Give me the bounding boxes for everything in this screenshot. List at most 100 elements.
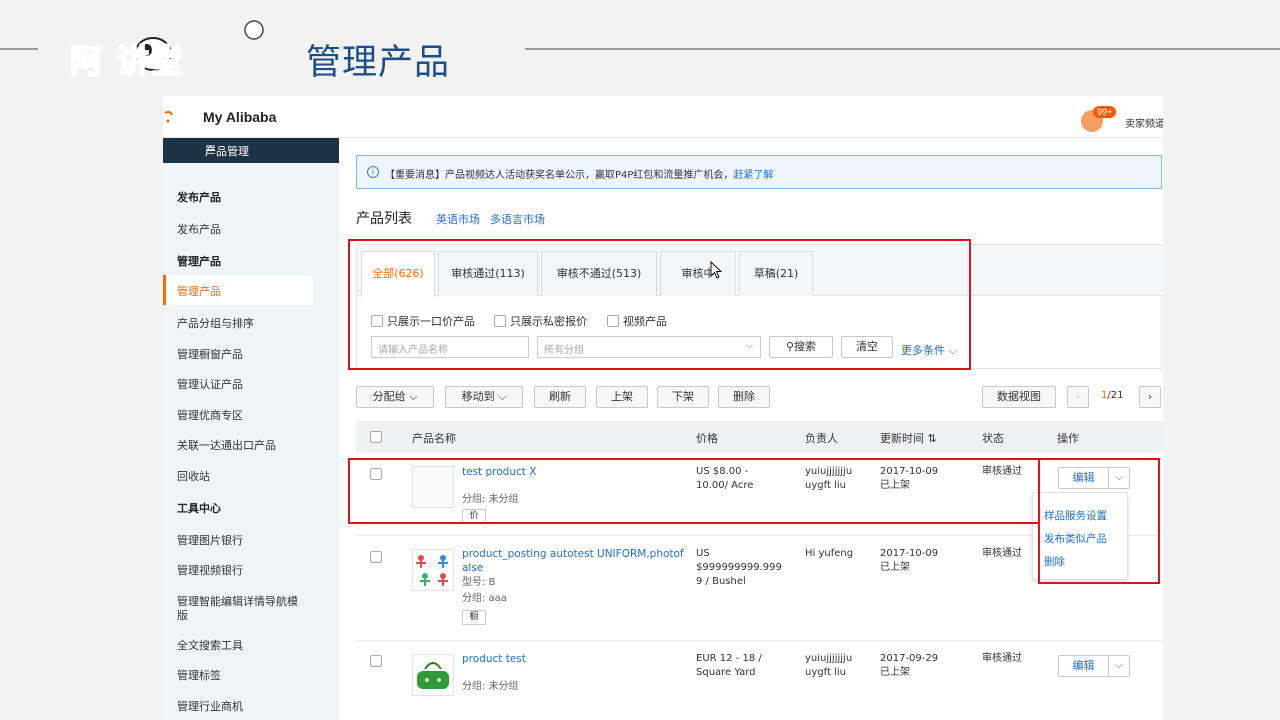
chevron-left-icon: ‹ bbox=[1075, 390, 1081, 403]
sidebar-header[interactable]: ☰ 产品管理 bbox=[163, 138, 339, 163]
sidebar-item-label: 管理产品 bbox=[177, 285, 221, 298]
row-checkbox[interactable] bbox=[370, 655, 382, 667]
alibaba-logo-icon bbox=[164, 110, 173, 123]
sidebar-item-groups[interactable]: 产品分组与排序 bbox=[177, 315, 254, 331]
product-name-link[interactable]: product test bbox=[462, 652, 526, 666]
sidebar-item-fulltext[interactable]: 全文搜索工具 bbox=[177, 637, 243, 653]
page-indicator: 1/21 bbox=[1101, 390, 1123, 401]
product-group: 分组: aaa bbox=[462, 593, 507, 604]
data-view-button[interactable]: 数据视图 bbox=[982, 386, 1056, 408]
sidebar-item-manage-products[interactable]: 管理产品 bbox=[163, 275, 313, 305]
notice-text: 【重要消息】产品视频达人活动获奖名单公示，赢取P4P红包和流量推广机会， bbox=[385, 170, 734, 181]
col-status: 状态 bbox=[982, 432, 1004, 445]
table-header: 产品名称 价格 负责人 更新时间 ⇅ 状态 操作 bbox=[356, 421, 1163, 453]
multilang-market-link[interactable]: 多语言市场 bbox=[490, 211, 545, 227]
showcase-tag: 橱 bbox=[462, 610, 486, 625]
info-icon: i bbox=[367, 166, 379, 178]
col-owner: 负责人 bbox=[805, 432, 838, 445]
review-status: 审核通过 bbox=[982, 653, 1022, 664]
product-name-link-cont[interactable]: alse bbox=[462, 561, 483, 575]
sidebar: ☰ 产品管理 发布产品 发布产品 管理产品 管理产品 产品分组与排序 管理橱窗产… bbox=[163, 138, 339, 720]
highlight-edit-menu bbox=[1038, 458, 1160, 584]
online-button[interactable]: 上架 bbox=[596, 386, 648, 408]
col-name: 产品名称 bbox=[412, 432, 456, 445]
sidebar-item-tags[interactable]: 管理标签 bbox=[177, 667, 221, 683]
page-total: /21 bbox=[1107, 390, 1124, 401]
refresh-button[interactable]: 刷新 bbox=[534, 386, 586, 408]
next-page-button[interactable]: › bbox=[1139, 386, 1161, 408]
col-ops: 操作 bbox=[1057, 432, 1079, 445]
review-status: 审核通过 bbox=[982, 548, 1022, 559]
sidebar-item-publish[interactable]: 发布产品 bbox=[177, 221, 221, 237]
offline-button[interactable]: 下架 bbox=[657, 386, 709, 408]
header-rule-right bbox=[525, 48, 1280, 50]
delete-button[interactable]: 删除 bbox=[718, 386, 770, 408]
sort-icon: ⇅ bbox=[927, 432, 937, 445]
move-button[interactable]: 移动到 ⌵ bbox=[445, 386, 523, 408]
owner-line: Hi yufeng bbox=[805, 548, 854, 559]
my-alibaba-window: My Alibaba 99+ 卖家频道 ☰ 产品管理 发布产品 发布产品 管理产… bbox=[163, 96, 1163, 720]
course-logo: 阿 讲堂 bbox=[68, 18, 268, 88]
chevron-down-icon: ⌵ bbox=[409, 390, 418, 403]
seller-channel-link[interactable]: 卖家频道 bbox=[1125, 115, 1163, 130]
chevron-down-icon: ⌵ bbox=[498, 390, 507, 403]
highlight-filter-area bbox=[348, 239, 971, 370]
chevron-down-icon[interactable]: ⌵ bbox=[1109, 656, 1129, 676]
highlight-product-row bbox=[348, 458, 1040, 524]
product-list-title: 产品列表 bbox=[356, 211, 412, 227]
english-market-link[interactable]: 英语市场 bbox=[436, 211, 480, 227]
header-rule-left bbox=[0, 48, 38, 50]
col-updated[interactable]: 更新时间 ⇅ bbox=[880, 430, 937, 446]
sidebar-group-publish: 发布产品 bbox=[177, 191, 221, 204]
sidebar-group-manage: 管理产品 bbox=[177, 255, 221, 268]
move-label: 移动到 bbox=[461, 390, 495, 403]
price-line: 9 / Bushel bbox=[696, 576, 746, 587]
select-all-checkbox[interactable] bbox=[370, 431, 382, 443]
assign-button[interactable]: 分配给 ⌵ bbox=[356, 386, 434, 408]
table-row: product test 分组: 未分组 EUR 12 - 18 / Squar… bbox=[356, 642, 1163, 720]
sidebar-item-onetouch[interactable]: 关联一达通出口产品 bbox=[177, 437, 276, 453]
edit-button[interactable]: 编辑 bbox=[1059, 656, 1109, 676]
notice-link[interactable]: 赶紧了解 bbox=[733, 170, 773, 181]
price-line: Square Yard bbox=[696, 667, 756, 678]
price-line: US bbox=[696, 548, 710, 559]
product-name-link[interactable]: product_posting autotest UNIFORM,photof bbox=[462, 547, 684, 561]
product-model: 型号: B bbox=[462, 577, 496, 588]
assign-label: 分配给 bbox=[372, 390, 406, 403]
price-line: EUR 12 - 18 / bbox=[696, 653, 762, 664]
row-checkbox[interactable] bbox=[370, 551, 382, 563]
updated-date: 2017-10-09 bbox=[880, 548, 939, 559]
edit-split-button[interactable]: 编辑 ⌵ bbox=[1058, 655, 1130, 677]
notice-banner: i 【重要消息】产品视频达人活动获奖名单公示，赢取P4P红包和流量推广机会，赶紧… bbox=[356, 155, 1162, 189]
green-bag-icon bbox=[417, 662, 449, 689]
sidebar-item-showcase[interactable]: 管理橱窗产品 bbox=[177, 346, 243, 362]
brand-title: My Alibaba bbox=[203, 109, 277, 125]
mouse-cursor-icon bbox=[710, 261, 722, 279]
product-thumbnail bbox=[412, 549, 454, 591]
prev-page-button[interactable]: ‹ bbox=[1067, 386, 1089, 408]
sidebar-item-video-bank[interactable]: 管理视频银行 bbox=[177, 562, 243, 578]
listing-state: 已上架 bbox=[880, 667, 910, 678]
sidebar-item-leads[interactable]: 管理行业商机 bbox=[177, 698, 243, 714]
sidebar-item-certified[interactable]: 管理认证产品 bbox=[177, 376, 243, 392]
sidebar-item-smart-editor-cont[interactable]: 版 bbox=[177, 607, 188, 623]
sidebar-item-smart-editor[interactable]: 管理智能编辑详情导航模 bbox=[177, 593, 298, 609]
product-group: 分组: 未分组 bbox=[462, 681, 519, 692]
owner-line: yuiujjjjjjju bbox=[805, 653, 853, 664]
price-line: $999999999.999 bbox=[696, 562, 782, 573]
col-updated-label: 更新时间 bbox=[880, 432, 924, 445]
sidebar-item-image-bank[interactable]: 管理图片银行 bbox=[177, 532, 243, 548]
logo-text: 阿 讲堂 bbox=[69, 41, 186, 81]
chevron-right-icon: › bbox=[1147, 390, 1153, 403]
top-bar: My Alibaba 99+ 卖家频道 bbox=[163, 96, 1163, 138]
col-price: 价格 bbox=[696, 432, 718, 445]
owner-line: uygft liu bbox=[805, 667, 846, 678]
message-badge: 99+ bbox=[1093, 106, 1117, 118]
updated-date: 2017-09-29 bbox=[880, 653, 939, 664]
sidebar-item-premium[interactable]: 管理优商专区 bbox=[177, 407, 243, 423]
sidebar-group-tools: 工具中心 bbox=[177, 502, 221, 515]
sidebar-item-recycle[interactable]: 回收站 bbox=[177, 468, 210, 484]
uniform-figures-icon bbox=[416, 555, 448, 586]
listing-state: 已上架 bbox=[880, 562, 910, 573]
slide-title: 管理产品 bbox=[306, 43, 451, 83]
